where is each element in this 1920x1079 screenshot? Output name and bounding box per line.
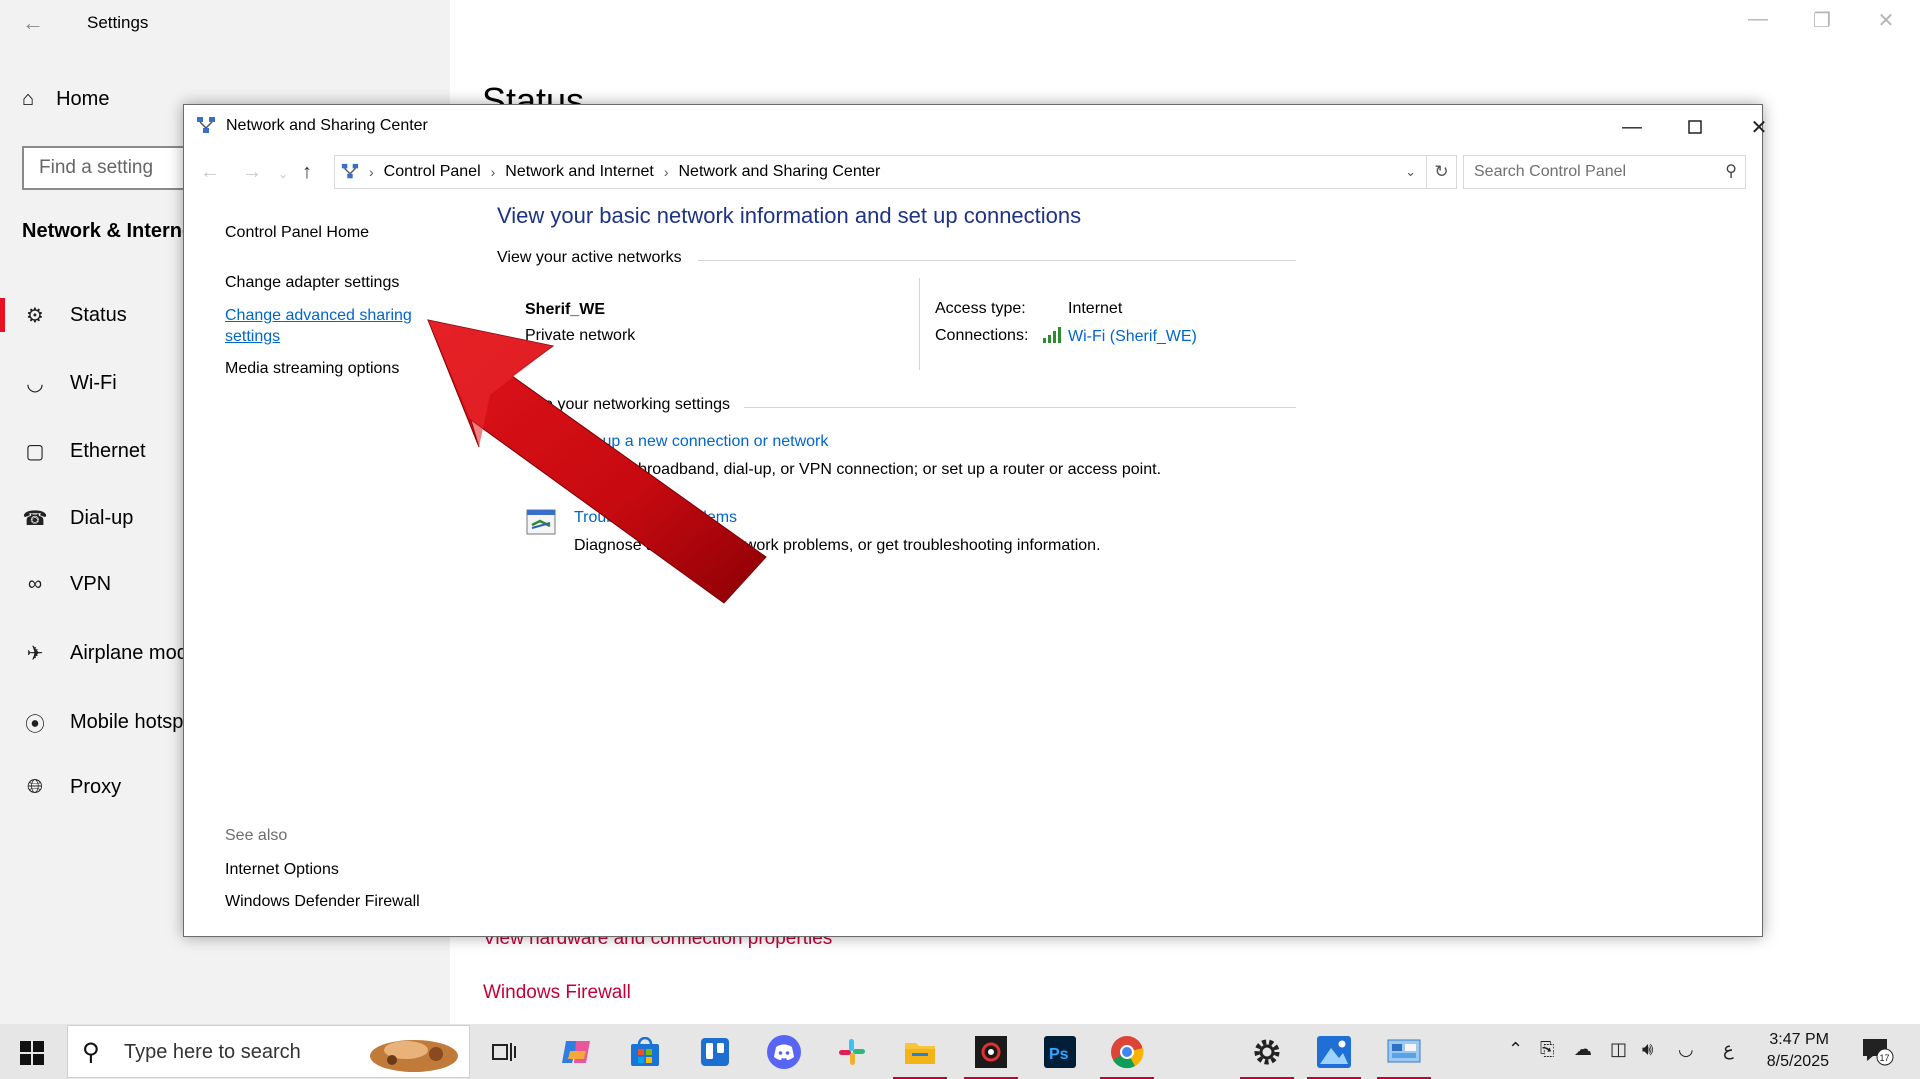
store-icon[interactable] (618, 1030, 672, 1074)
notification-count: 17 (1880, 1053, 1890, 1063)
copilot-icon[interactable] (550, 1030, 604, 1074)
search-icon: ⚲ (82, 1039, 100, 1066)
clock[interactable]: 3:47 PM 8/5/2025 (1747, 1029, 1829, 1073)
photos-icon[interactable] (1307, 1030, 1361, 1079)
onedrive-icon[interactable]: ☁ (1574, 1039, 1592, 1060)
annotation-arrow (427, 319, 767, 604)
clock-time: 3:47 PM (1769, 1031, 1829, 1048)
svg-text:Ps: Ps (1049, 1046, 1069, 1063)
language-indicator[interactable]: ع (1723, 1039, 1734, 1060)
search-highlight-icon (370, 1040, 458, 1072)
trello-icon[interactable] (688, 1030, 742, 1074)
discord-icon[interactable] (757, 1030, 811, 1074)
wifi-icon[interactable]: ◡ (1678, 1039, 1694, 1060)
control-panel-icon[interactable] (1377, 1030, 1431, 1079)
volume-icon[interactable]: 🔊︎ (1642, 1039, 1653, 1060)
windows-start-icon[interactable] (20, 1041, 44, 1065)
chrome-icon[interactable] (1100, 1030, 1154, 1079)
taskbar-search-placeholder: Type here to search (124, 1041, 301, 1063)
meet-now-icon[interactable]: ◫ (1610, 1039, 1627, 1060)
task-view-icon[interactable] (478, 1030, 532, 1074)
clock-date: 8/5/2025 (1766, 1053, 1829, 1070)
notification-center-icon[interactable]: 17 (1862, 1037, 1894, 1072)
usb-device-icon[interactable]: ⎘ (1540, 1039, 1554, 1060)
chevron-up-icon[interactable]: ⌃ (1508, 1039, 1523, 1060)
settings-icon[interactable] (1240, 1030, 1294, 1079)
file-explorer-icon[interactable] (893, 1030, 947, 1079)
slack-icon[interactable] (825, 1030, 879, 1074)
obs-icon[interactable] (964, 1030, 1018, 1079)
taskbar: ⚲ Type here to search Ps ⌃ ⎘ ☁ ◫ 🔊︎ ◡ ع … (0, 1024, 1920, 1079)
taskbar-search-box[interactable]: ⚲ Type here to search (67, 1025, 470, 1078)
photoshop-icon[interactable]: Ps (1033, 1030, 1087, 1074)
